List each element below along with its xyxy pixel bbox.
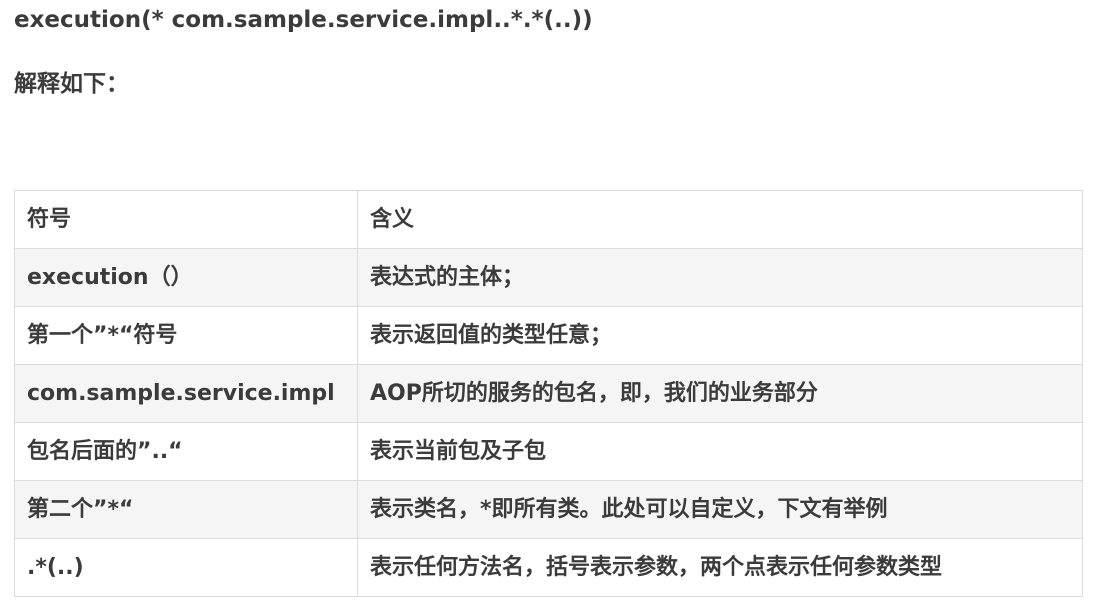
meaning-cell: 表示返回值的类型任意； bbox=[357, 306, 1083, 365]
symbol-cell: 第二个”*“ bbox=[14, 480, 358, 539]
meaning-cell: AOP所切的服务的包名，即，我们的业务部分 bbox=[357, 364, 1083, 423]
symbol-cell: 包名后面的”..“ bbox=[14, 422, 358, 481]
symbol-meaning-table: 符号 含义 execution（） 表达式的主体； 第一个”*“符号 表示返回值… bbox=[14, 190, 1083, 597]
table-row: .*(..) 表示任何方法名，括号表示参数，两个点表示任何参数类型 bbox=[14, 538, 1083, 597]
meaning-cell: 表达式的主体； bbox=[357, 248, 1083, 307]
table-row: 第一个”*“符号 表示返回值的类型任意； bbox=[14, 306, 1083, 365]
table-row: com.sample.service.impl AOP所切的服务的包名，即，我们… bbox=[14, 364, 1083, 423]
symbol-cell: 第一个”*“符号 bbox=[14, 306, 358, 365]
table-row: 第二个”*“ 表示类名，*即所有类。此处可以自定义，下文有举例 bbox=[14, 480, 1083, 539]
symbol-cell: com.sample.service.impl bbox=[14, 364, 358, 423]
header-meaning: 含义 bbox=[357, 190, 1083, 249]
table-row: 包名后面的”..“ 表示当前包及子包 bbox=[14, 422, 1083, 481]
header-symbol: 符号 bbox=[14, 190, 358, 249]
symbol-cell: execution（） bbox=[14, 248, 358, 307]
meaning-cell: 表示任何方法名，括号表示参数，两个点表示任何参数类型 bbox=[357, 538, 1083, 597]
symbol-cell: .*(..) bbox=[14, 538, 358, 597]
pointcut-expression: execution(* com.sample.service.impl..*.*… bbox=[14, 7, 593, 33]
table-header-row: 符号 含义 bbox=[14, 190, 1083, 249]
meaning-cell: 表示当前包及子包 bbox=[357, 422, 1083, 481]
table-row: execution（） 表达式的主体； bbox=[14, 248, 1083, 307]
explanation-heading: 解释如下： bbox=[14, 71, 129, 97]
meaning-cell: 表示类名，*即所有类。此处可以自定义，下文有举例 bbox=[357, 480, 1083, 539]
